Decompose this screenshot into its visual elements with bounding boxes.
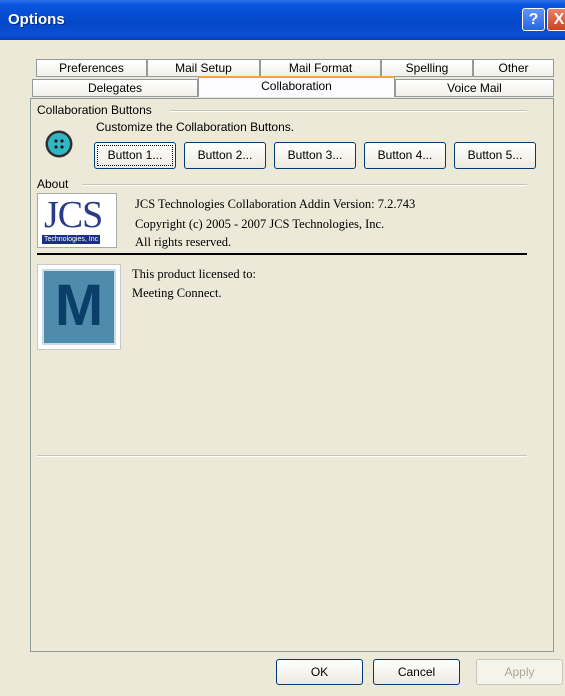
- version-text: JCS Technologies Collaboration Addin Ver…: [135, 197, 416, 211]
- close-button[interactable]: X: [547, 8, 565, 31]
- licensee-logo: M: [37, 264, 121, 350]
- window-title: Options: [8, 11, 65, 28]
- tab-spelling[interactable]: Spelling: [381, 59, 473, 77]
- license-label: This product licensed to:: [132, 267, 256, 281]
- collab-button-2[interactable]: Button 2...: [184, 142, 266, 169]
- help-button[interactable]: ?: [522, 8, 545, 31]
- tab-mail-format[interactable]: Mail Format: [260, 59, 381, 77]
- collab-button-3[interactable]: Button 3...: [274, 142, 356, 169]
- collaboration-buttons-group-label: Collaboration Buttons: [37, 103, 152, 117]
- title-bar[interactable]: [0, 0, 565, 40]
- cancel-button[interactable]: Cancel: [373, 659, 460, 685]
- tab-delegates[interactable]: Delegates: [32, 79, 198, 97]
- about-separator: [37, 253, 527, 255]
- tab-panel: [30, 98, 554, 652]
- licensee-name: Meeting Connect.: [132, 286, 222, 300]
- bottom-divider: [37, 455, 527, 457]
- collab-button-1[interactable]: Button 1...: [94, 142, 176, 169]
- licensee-logo-letter: M: [54, 273, 104, 338]
- tab-mail-setup[interactable]: Mail Setup: [147, 59, 260, 77]
- about-group-label: About: [37, 177, 69, 191]
- collaboration-button-icon: [44, 129, 74, 159]
- jcs-logo: JCS Technologies, Inc: [37, 193, 117, 248]
- tab-preferences[interactable]: Preferences: [36, 59, 147, 77]
- group-divider: [170, 110, 527, 112]
- rights-text: All rights reserved.: [135, 235, 232, 249]
- tab-other[interactable]: Other: [473, 59, 554, 77]
- jcs-logo-text: JCS: [44, 194, 103, 236]
- ok-button[interactable]: OK: [276, 659, 363, 685]
- tab-collaboration[interactable]: Collaboration: [198, 76, 395, 97]
- collab-button-5[interactable]: Button 5...: [454, 142, 536, 169]
- tab-voice-mail[interactable]: Voice Mail: [395, 79, 554, 97]
- jcs-logo-subtext: Technologies, Inc: [42, 235, 101, 244]
- apply-button[interactable]: Apply: [476, 659, 563, 685]
- collab-button-4[interactable]: Button 4...: [364, 142, 446, 169]
- copyright-text: Copyright (c) 2005 - 2007 JCS Technologi…: [135, 217, 385, 231]
- about-divider: [82, 184, 527, 186]
- collaboration-instruction: Customize the Collaboration Buttons.: [96, 120, 295, 134]
